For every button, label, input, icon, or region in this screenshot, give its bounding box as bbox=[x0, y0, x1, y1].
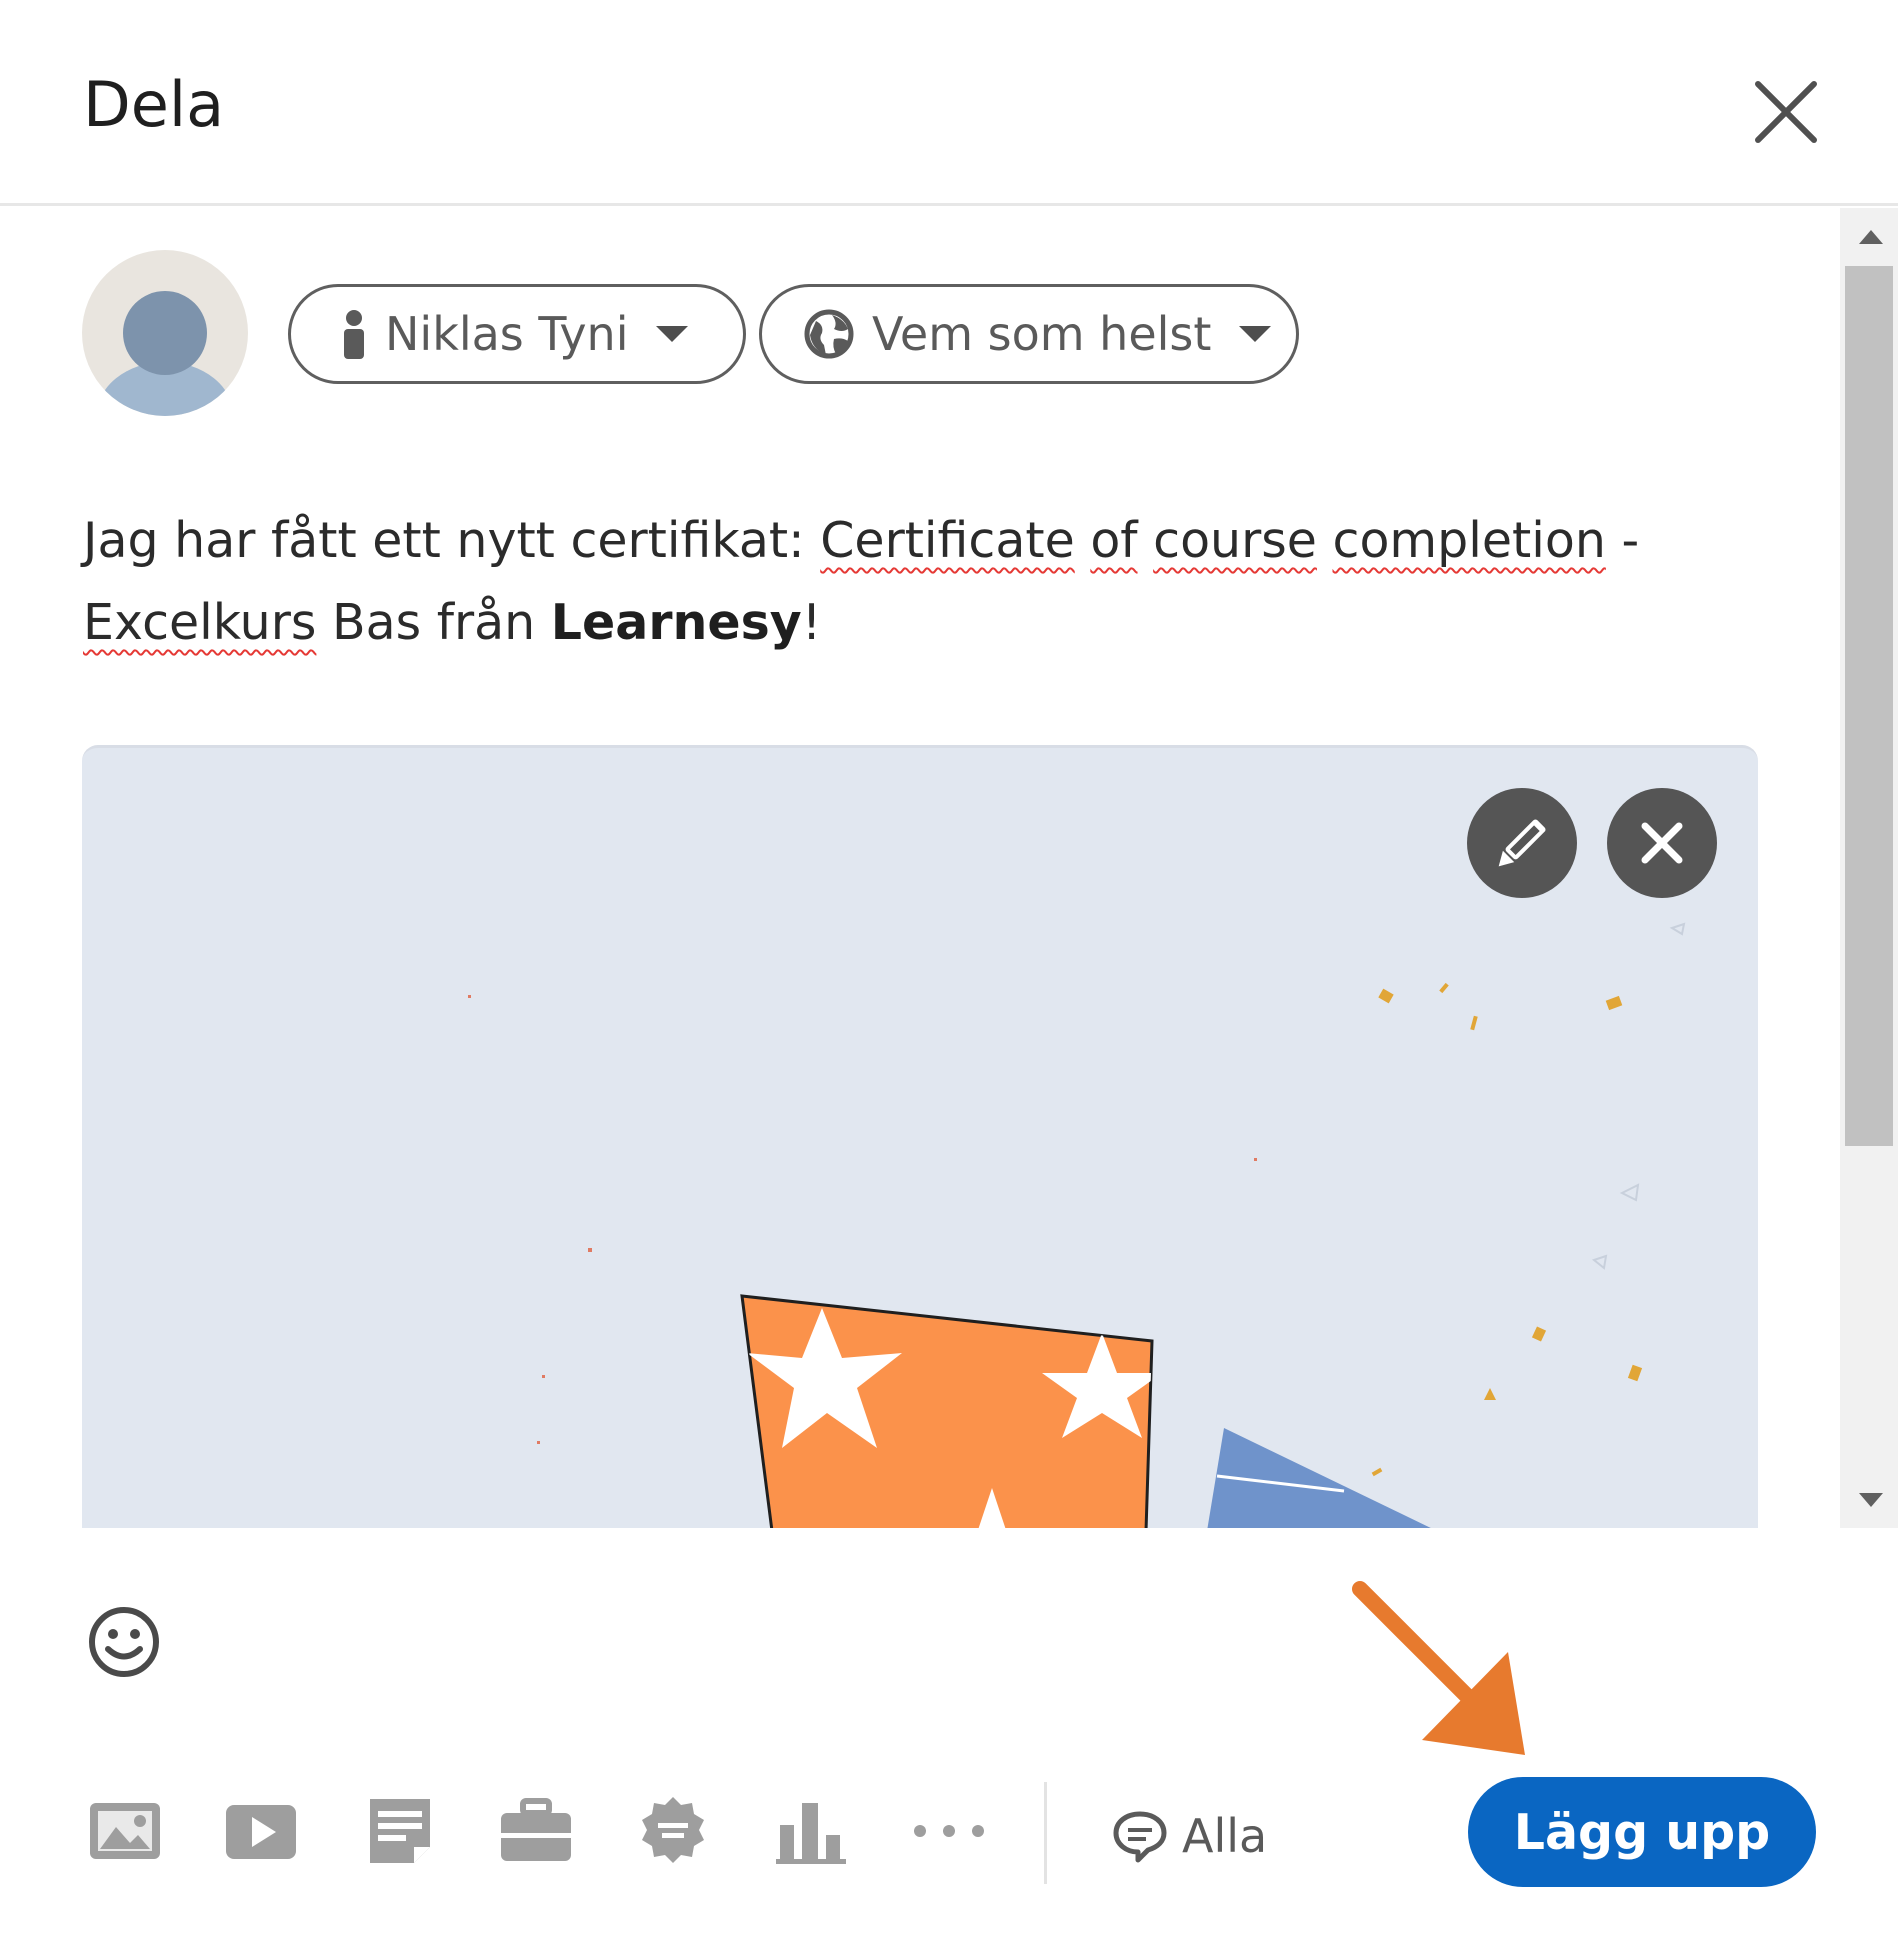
close-icon bbox=[1641, 822, 1683, 864]
comment-settings-button[interactable]: Alla bbox=[1112, 1800, 1267, 1872]
emoji-button[interactable] bbox=[86, 1604, 162, 1680]
comment-setting-label: Alla bbox=[1182, 1809, 1268, 1863]
more-options-button[interactable] bbox=[910, 1795, 988, 1867]
add-photo-button[interactable] bbox=[86, 1795, 164, 1867]
author-selector[interactable]: Niklas Tyni bbox=[288, 284, 746, 384]
scroll-up-arrow-icon[interactable] bbox=[1859, 230, 1883, 244]
remove-image-button[interactable] bbox=[1607, 788, 1717, 898]
text-segment: - bbox=[1605, 512, 1640, 569]
toolbar-divider bbox=[1044, 1782, 1047, 1884]
add-video-button[interactable] bbox=[222, 1795, 300, 1867]
visibility-label: Vem som helst bbox=[872, 307, 1212, 361]
scroll-down-arrow-icon[interactable] bbox=[1859, 1493, 1883, 1507]
celebrate-button[interactable] bbox=[634, 1795, 712, 1867]
comment-icon bbox=[1113, 1811, 1167, 1863]
edit-image-button[interactable] bbox=[1467, 788, 1577, 898]
poll-icon bbox=[776, 1803, 846, 1864]
chevron-down-icon bbox=[656, 326, 689, 342]
close-icon bbox=[1755, 81, 1817, 143]
dialog-title: Dela bbox=[83, 68, 225, 141]
pencil-icon bbox=[1498, 819, 1546, 867]
more-icon bbox=[914, 1825, 984, 1837]
celebrate-badge-icon bbox=[642, 1797, 704, 1863]
text-segment: Certificate bbox=[820, 512, 1075, 569]
video-icon bbox=[226, 1805, 296, 1859]
text-segment: of bbox=[1090, 512, 1138, 569]
text-segment: ! bbox=[801, 594, 822, 651]
text-segment: completion bbox=[1332, 512, 1606, 569]
scrollbar[interactable] bbox=[1840, 208, 1898, 1528]
create-poll-button[interactable] bbox=[772, 1795, 850, 1867]
visibility-selector[interactable]: Vem som helst bbox=[759, 284, 1299, 384]
post-button[interactable]: Lägg upp bbox=[1468, 1777, 1816, 1887]
author-name: Niklas Tyni bbox=[385, 307, 629, 361]
person-icon bbox=[344, 310, 364, 359]
globe-icon bbox=[804, 309, 854, 359]
add-document-button[interactable] bbox=[360, 1795, 438, 1867]
text-segment: Jag har fått ett nytt certifikat: bbox=[83, 512, 821, 569]
attached-image bbox=[82, 745, 1758, 1528]
dialog-header: Dela bbox=[0, 0, 1898, 206]
scroll-thumb[interactable] bbox=[1845, 266, 1893, 1146]
text-segment: Excelkurs bbox=[83, 594, 317, 651]
text-segment: course bbox=[1153, 512, 1317, 569]
avatar bbox=[82, 250, 248, 416]
organization-name: Learnesy bbox=[550, 594, 802, 651]
annotation-arrow-icon bbox=[1352, 1581, 1525, 1755]
post-text-editor[interactable]: Jag har fått ett nytt certifikat: Certif… bbox=[83, 500, 1643, 664]
briefcase-icon bbox=[501, 1798, 571, 1861]
text-segment: Bas från bbox=[316, 594, 551, 651]
chevron-down-icon bbox=[1239, 326, 1272, 342]
document-icon bbox=[370, 1799, 430, 1863]
smiley-icon bbox=[89, 1607, 159, 1677]
close-button[interactable] bbox=[1746, 72, 1826, 152]
add-job-button[interactable] bbox=[497, 1795, 575, 1867]
photo-icon bbox=[90, 1803, 160, 1859]
